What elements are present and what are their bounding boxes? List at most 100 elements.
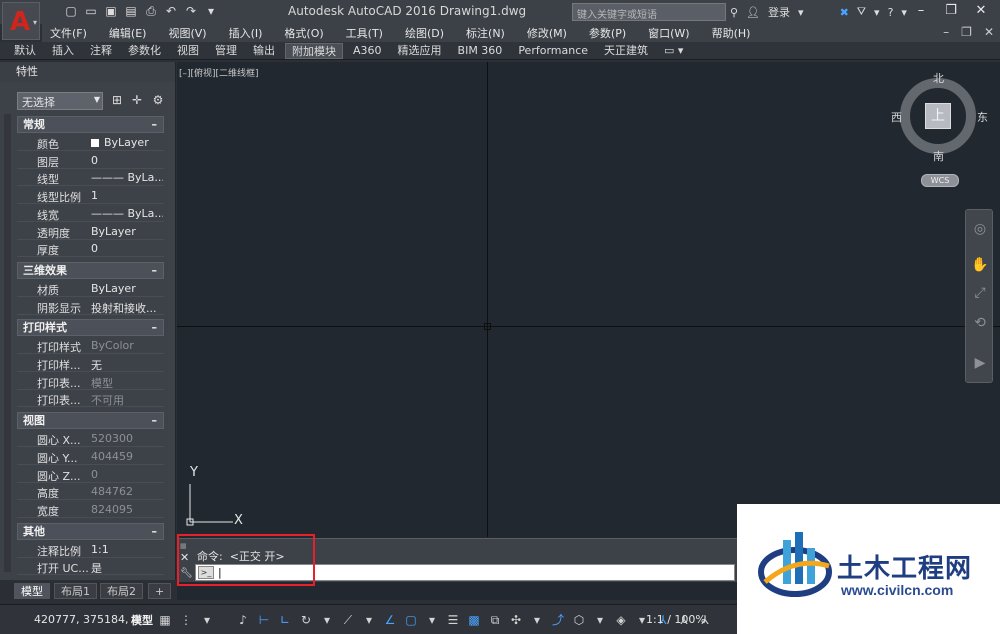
snap-caret-icon[interactable]: ▾ [199, 612, 215, 628]
section-header[interactable]: 三维效果 – [17, 261, 164, 279]
property-row[interactable]: 阴影显示 投射和接收... [17, 298, 164, 315]
snap-icon[interactable]: ⋮ [178, 612, 194, 628]
menu-parametric[interactable]: 参数(P) [589, 25, 626, 41]
property-value[interactable]: 1 [91, 189, 163, 202]
pan-icon[interactable]: ✋ [971, 256, 989, 274]
menu-tools[interactable]: 工具(T) [346, 25, 383, 41]
property-value[interactable]: ——— ByLa... [91, 171, 163, 184]
section-header[interactable]: 其他 – [17, 522, 164, 540]
minimize-button[interactable]: – [910, 2, 932, 20]
tab-annotate[interactable]: 注释 [84, 43, 118, 59]
exchange-icon[interactable]: ✖ [840, 6, 849, 19]
property-row[interactable]: 圆心 X... 520300 [17, 430, 164, 448]
login-button[interactable]: 登录 [768, 4, 790, 20]
compass-north[interactable]: 北 [933, 70, 944, 86]
tab-a360[interactable]: A360 [347, 43, 388, 59]
search-input[interactable]: 键入关键字或短语 [572, 3, 726, 21]
menu-draw[interactable]: 绘图(D) [405, 25, 444, 41]
osnap-caret-icon[interactable]: ▾ [424, 612, 440, 628]
select-objects-icon[interactable]: ✛ [130, 93, 144, 107]
property-row[interactable]: 线宽 ——— ByLa... [17, 205, 164, 222]
help-caret-icon[interactable]: ▾ [901, 6, 907, 19]
command-line-grip[interactable]: ▦ [180, 542, 187, 550]
annotation-scale-readout[interactable]: 1:1 / 100% [646, 613, 706, 626]
tab-layout1[interactable]: 布局1 [54, 583, 97, 599]
viewcube[interactable]: 上 北 南 东 西 WCS [891, 70, 988, 194]
tab-model[interactable]: 模型 [14, 583, 50, 599]
coordinate-readout[interactable]: 420777, 375184, 0 [34, 613, 139, 626]
property-row[interactable]: 打印表... 不可用 [17, 390, 164, 408]
transparency-icon[interactable]: ▩ [466, 612, 482, 628]
new-icon[interactable]: ▢ [64, 4, 78, 18]
property-value[interactable]: 520300 [91, 432, 163, 445]
property-value[interactable]: 0 [91, 468, 163, 481]
customize-wrench-icon[interactable]: 🔧︎ [180, 568, 193, 579]
selection-dropdown[interactable]: 无选择 ▼ [17, 92, 103, 110]
tab-tangent[interactable]: 天正建筑 [598, 43, 654, 59]
menu-format[interactable]: 格式(O) [284, 25, 323, 41]
property-value[interactable]: 824095 [91, 503, 163, 516]
property-row[interactable]: 高度 484762 [17, 483, 164, 501]
property-value[interactable]: 0 [91, 242, 163, 255]
property-row[interactable]: 宽度 824095 [17, 501, 164, 518]
property-row[interactable]: 图层 0 [17, 152, 164, 169]
zoom-extents-icon[interactable]: ⤢ [971, 284, 989, 302]
viewport-controls-label[interactable]: [–][俯视][二维线框] [179, 66, 259, 79]
compass-west[interactable]: 西 [891, 109, 902, 125]
property-value[interactable]: 404459 [91, 450, 163, 463]
menu-help[interactable]: 帮助(H) [712, 25, 751, 41]
property-value[interactable]: ——— ByLa... [91, 207, 163, 220]
ortho-icon[interactable]: ∟ [277, 612, 293, 628]
section-header[interactable]: 视图 – [17, 412, 164, 430]
property-value[interactable]: 不可用 [91, 392, 163, 408]
palette-grip-strip[interactable] [4, 114, 11, 572]
tab-output[interactable]: 输出 [247, 43, 281, 59]
property-value[interactable]: 1:1 [91, 543, 163, 556]
object-snap-tracking-icon[interactable]: ∠ [382, 612, 398, 628]
doc-close-button[interactable]: ✕ [984, 25, 994, 39]
isometric-icon[interactable]: ⟋ [340, 612, 356, 628]
property-value[interactable]: ByLayer [91, 136, 163, 149]
dynamic-input-icon[interactable]: ⊢ [256, 612, 272, 628]
polar-tracking-icon[interactable]: ↻ [298, 612, 314, 628]
tab-bim360[interactable]: BIM 360 [452, 43, 509, 59]
save-as-icon[interactable]: ▤ [124, 4, 138, 18]
property-value[interactable]: ByColor [91, 339, 163, 352]
compass-east[interactable]: 东 [977, 109, 988, 125]
viewcube-top-face[interactable]: 上 [925, 103, 951, 129]
save-icon[interactable]: ▣ [104, 4, 118, 18]
property-row[interactable]: 打印样... 无 [17, 355, 164, 372]
menu-edit[interactable]: 编辑(E) [109, 25, 147, 41]
steering-wheel-icon[interactable]: ◎ [971, 220, 989, 238]
property-value[interactable]: 0 [91, 154, 163, 167]
doc-restore-button[interactable]: ❐ [961, 25, 972, 39]
tab-addins[interactable]: 附加模块 [285, 42, 343, 59]
section-header[interactable]: 打印样式 – [17, 319, 164, 337]
open-icon[interactable]: ▭ [84, 4, 98, 18]
a360-caret-icon[interactable]: ▾ [874, 6, 880, 19]
close-button[interactable]: ✕ [970, 2, 992, 20]
object-snap-icon[interactable]: ▢ [403, 612, 419, 628]
isometric-caret-icon[interactable]: ▾ [361, 612, 377, 628]
property-row[interactable]: 颜色 ByLayer [17, 134, 164, 151]
orbit-icon[interactable]: ⟲ [971, 314, 989, 332]
help-button[interactable]: ? [888, 6, 894, 19]
collapse-icon[interactable]: – [152, 320, 158, 335]
gizmo-icon[interactable]: ◈ [613, 612, 629, 628]
property-row[interactable]: 材质 ByLayer [17, 280, 164, 297]
dynamic-ucs-icon[interactable]: ⤴ [550, 612, 566, 628]
collapse-icon[interactable]: – [152, 524, 158, 539]
customize-qat-icon[interactable]: ▾ [204, 4, 218, 18]
binoculars-icon[interactable]: ⚲ [730, 6, 738, 19]
property-row[interactable]: 线型比例 1 [17, 187, 164, 205]
close-icon[interactable]: ✕ [180, 551, 189, 564]
undo-icon[interactable]: ↶ [164, 4, 178, 18]
ribbon-display-toggle[interactable]: ▭ ▾ [658, 43, 689, 59]
wcs-menu-button[interactable]: WCS [921, 174, 959, 187]
menu-window[interactable]: 窗口(W) [648, 25, 689, 41]
property-row[interactable]: 打印样式 ByColor [17, 337, 164, 355]
property-row[interactable]: 圆心 Z... 0 [17, 466, 164, 483]
lineweight-icon[interactable]: ☰ [445, 612, 461, 628]
property-value[interactable]: ByLayer [91, 282, 163, 295]
3d-osnap-caret-icon[interactable]: ▾ [529, 612, 545, 628]
